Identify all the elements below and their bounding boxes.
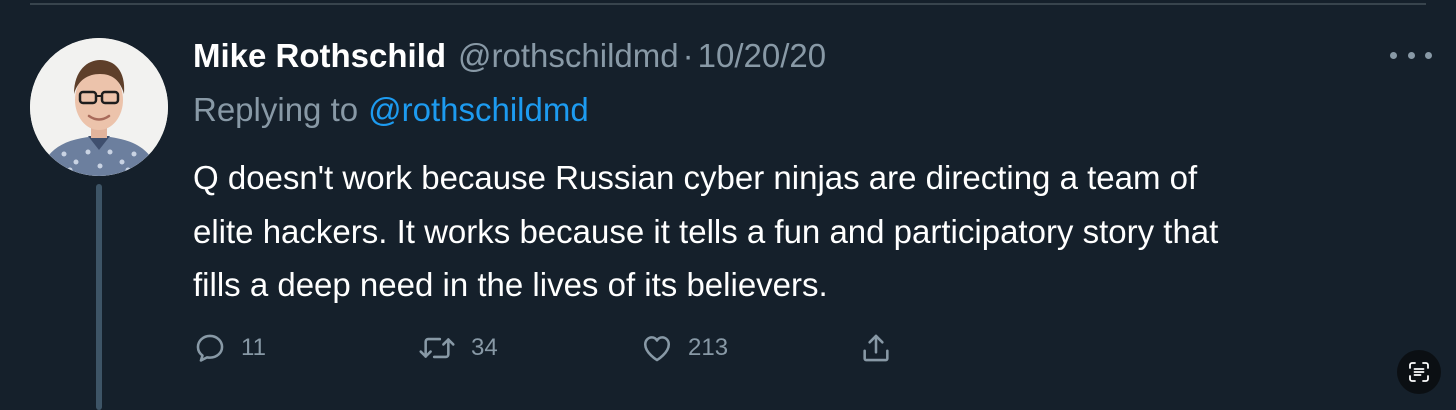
retweet-count: 34 [471, 334, 498, 361]
avatar[interactable] [30, 38, 168, 176]
comment-bubble-icon [196, 334, 224, 362]
replying-to: Replying to @rothschildmd [193, 86, 589, 134]
like-count: 213 [688, 334, 729, 361]
tweet-text-line: elite hackers. It works because it tells… [193, 212, 1219, 250]
reply-button[interactable]: 11 [193, 331, 417, 365]
replying-to-handle-link[interactable]: @rothschildmd [368, 91, 589, 129]
more-horizontal-icon-dot [1407, 51, 1415, 59]
like-button[interactable]: 213 [640, 331, 859, 365]
tweet-date[interactable]: 10/20/20 [698, 37, 826, 75]
more-horizontal-icon [1390, 51, 1397, 59]
tweet-text-line: Q doesn't work because Russian cyber nin… [193, 159, 1198, 196]
more-options-button[interactable] [1390, 40, 1432, 70]
retweet-arrows-icon [419, 337, 455, 359]
tweet-text-line: fills a deep need in the lives of its be… [193, 266, 828, 303]
retweet-button[interactable]: 34 [417, 331, 640, 365]
avatar-photo [30, 38, 168, 176]
author-handle[interactable]: @rothschildmd [458, 37, 679, 75]
header-separator: · [682, 37, 694, 74]
heart-outline-icon [643, 336, 671, 362]
reply-count: 11 [241, 334, 266, 361]
tweet-header: Mike Rothschild @rothschildmd · 10/20/20 [193, 30, 826, 82]
share-upload-icon [863, 334, 889, 362]
author-name[interactable]: Mike Rothschild [193, 37, 446, 75]
tweet-actions: 11 34 213 [193, 326, 893, 370]
more-horizontal-icon-dot [1425, 51, 1432, 59]
scan-text-icon [1409, 362, 1429, 382]
replying-to-label: Replying to [193, 91, 359, 128]
share-button[interactable] [859, 331, 893, 365]
tweet-text: Q doesn't work because Russian cyber nin… [193, 151, 1423, 312]
scan-text-button[interactable] [1397, 350, 1441, 394]
top-divider [30, 3, 1426, 5]
thread-connector-line [96, 184, 102, 410]
